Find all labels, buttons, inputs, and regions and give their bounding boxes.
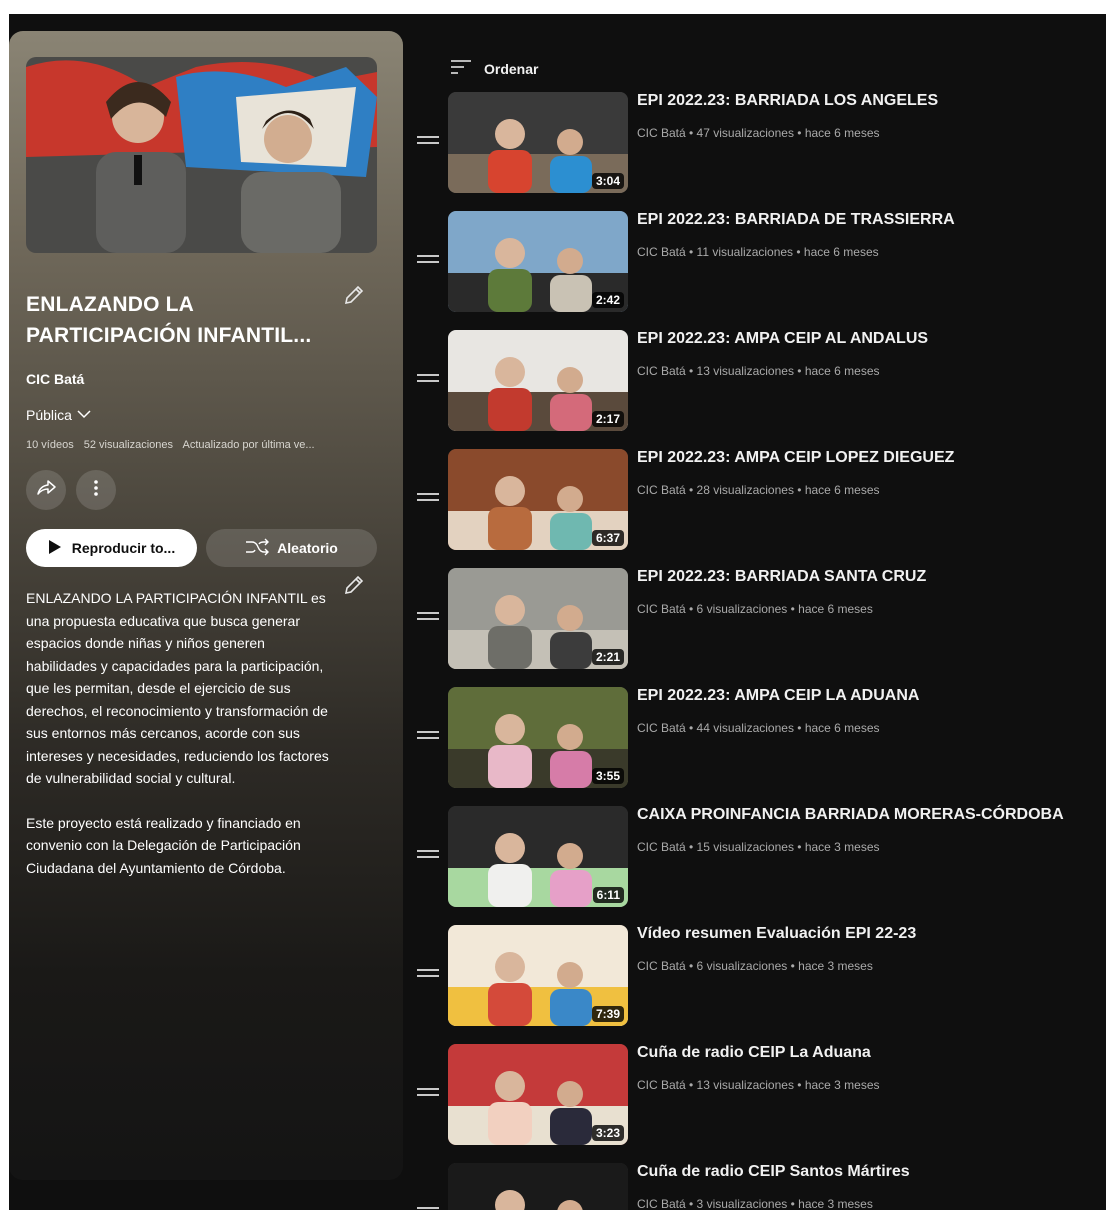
video-thumbnail[interactable]: 2:17 <box>448 330 628 431</box>
video-duration: 7:39 <box>591 1006 624 1022</box>
video-duration: 6:37 <box>591 530 624 546</box>
drag-handle-icon[interactable] <box>417 731 439 743</box>
drag-handle-icon[interactable] <box>417 969 439 981</box>
video-count: 10 vídeos <box>26 439 74 451</box>
video-row[interactable]: 2:21 EPI 2022.23: BARRIADA SANTA CRUZ CI… <box>413 568 1103 670</box>
video-metadata: CIC Batá • 6 visualizaciones • hace 3 me… <box>637 959 873 973</box>
video-metadata: CIC Batá • 13 visualizaciones • hace 3 m… <box>637 1078 880 1092</box>
play-icon <box>48 539 62 558</box>
video-thumbnail[interactable]: 3:04 <box>448 92 628 193</box>
playlist-title: ENLAZANDO LA PARTICIPACIÓN INFANTIL... <box>26 289 326 351</box>
video-row[interactable]: 7:39 Vídeo resumen Evaluación EPI 22-23 … <box>413 925 1103 1027</box>
video-row[interactable]: 3:04 EPI 2022.23: BARRIADA LOS ANGELES C… <box>413 92 1103 194</box>
video-title[interactable]: Cuña de radio CEIP Santos Mártires <box>637 1163 910 1181</box>
view-count: 52 visualizaciones <box>83 439 174 451</box>
chevron-down-icon <box>76 407 92 423</box>
video-duration: 2:17 <box>591 411 624 427</box>
playlist-title-line1: ENLAZANDO LA <box>26 293 195 316</box>
video-thumbnail[interactable]: 6:11 <box>448 806 628 907</box>
video-title[interactable]: EPI 2022.23: BARRIADA DE TRASSIERRA <box>637 211 955 229</box>
video-title[interactable]: CAIXA PROINFANCIA BARRIADA MORERAS-CÓRDO… <box>637 806 1064 824</box>
drag-handle-icon[interactable] <box>417 1088 439 1100</box>
video-thumbnail[interactable]: 3:23 <box>448 1044 628 1145</box>
more-vertical-icon <box>93 479 99 502</box>
share-icon <box>35 477 57 504</box>
video-metadata: CIC Batá • 13 visualizaciones • hace 6 m… <box>637 364 880 378</box>
thumbnail-image <box>448 1163 628 1210</box>
video-row[interactable]: 2:17 EPI 2022.23: AMPA CEIP AL ANDALUS C… <box>413 330 1103 432</box>
drag-handle-icon[interactable] <box>417 612 439 624</box>
video-duration: 3:23 <box>591 1125 624 1141</box>
video-title[interactable]: EPI 2022.23: AMPA CEIP LA ADUANA <box>637 687 919 705</box>
drag-handle-icon[interactable] <box>417 374 439 386</box>
video-row[interactable]: 2:42 EPI 2022.23: BARRIADA DE TRASSIERRA… <box>413 211 1103 313</box>
video-duration: 3:04 <box>591 173 624 189</box>
shuffle-button[interactable]: Aleatorio <box>206 529 377 567</box>
video-thumbnail[interactable]: 6:37 <box>448 449 628 550</box>
drag-handle-icon[interactable] <box>417 850 439 862</box>
video-title[interactable]: EPI 2022.23: BARRIADA SANTA CRUZ <box>637 568 926 586</box>
video-metadata: CIC Batá • 6 visualizaciones • hace 6 me… <box>637 602 873 616</box>
video-thumbnail[interactable]: 2:42 <box>448 211 628 312</box>
drag-handle-icon[interactable] <box>417 136 439 148</box>
playlist-description: ENLAZANDO LA PARTICIPACIÓN INFANTIL es u… <box>26 587 332 901</box>
sort-button[interactable]: Ordenar <box>450 58 538 79</box>
video-metadata: CIC Batá • 11 visualizaciones • hace 6 m… <box>637 245 879 259</box>
video-metadata: CIC Batá • 15 visualizaciones • hace 3 m… <box>637 840 880 854</box>
video-metadata: CIC Batá • 28 visualizaciones • hace 6 m… <box>637 483 880 497</box>
sort-icon <box>450 58 472 79</box>
video-metadata: CIC Batá • 47 visualizaciones • hace 6 m… <box>637 126 880 140</box>
video-row[interactable]: 6:37 EPI 2022.23: AMPA CEIP LOPEZ DIEGUE… <box>413 449 1103 551</box>
video-title[interactable]: EPI 2022.23: AMPA CEIP LOPEZ DIEGUEZ <box>637 449 954 467</box>
share-button[interactable] <box>26 470 66 510</box>
edit-description-pencil-icon[interactable] <box>342 573 366 597</box>
video-thumbnail[interactable]: 2:21 <box>448 568 628 669</box>
play-all-button[interactable]: Reproducir to... <box>26 529 197 567</box>
video-title[interactable]: EPI 2022.23: BARRIADA LOS ANGELES <box>637 92 938 110</box>
privacy-label: Pública <box>26 407 72 423</box>
channel-name-link[interactable]: CIC Batá <box>26 371 84 387</box>
play-all-label: Reproducir to... <box>71 540 176 556</box>
drag-handle-icon[interactable] <box>417 493 439 505</box>
playlist-title-line2: PARTICIPACIÓN INFANTIL... <box>26 324 312 347</box>
video-thumbnail[interactable]: 3:55 <box>448 687 628 788</box>
more-actions-button[interactable] <box>76 470 116 510</box>
sort-label: Ordenar <box>484 60 539 77</box>
youtube-playlist-page: ENLAZANDO LA PARTICIPACIÓN INFANTIL... C… <box>9 14 1106 1210</box>
video-title[interactable]: Cuña de radio CEIP La Aduana <box>637 1044 871 1062</box>
playlist-header-panel: ENLAZANDO LA PARTICIPACIÓN INFANTIL... C… <box>9 31 403 1180</box>
video-duration: 3:55 <box>591 768 624 784</box>
video-row[interactable]: Cuña de radio CEIP Santos Mártires CIC B… <box>413 1163 1103 1210</box>
video-thumbnail[interactable]: 7:39 <box>448 925 628 1026</box>
video-metadata: CIC Batá • 44 visualizaciones • hace 6 m… <box>637 721 880 735</box>
description-paragraph-2: Este proyecto está realizado y financiad… <box>26 814 301 876</box>
edit-title-pencil-icon[interactable] <box>342 283 366 307</box>
video-duration: 2:42 <box>591 292 624 308</box>
video-title[interactable]: Vídeo resumen Evaluación EPI 22-23 <box>637 925 916 943</box>
description-paragraph-1: ENLAZANDO LA PARTICIPACIÓN INFANTIL es u… <box>26 590 329 786</box>
drag-handle-icon[interactable] <box>417 255 439 267</box>
video-duration: 6:11 <box>592 887 624 903</box>
video-title[interactable]: EPI 2022.23: AMPA CEIP AL ANDALUS <box>637 330 928 348</box>
video-row[interactable]: 3:55 EPI 2022.23: AMPA CEIP LA ADUANA CI… <box>413 687 1103 789</box>
privacy-dropdown[interactable]: Pública <box>26 407 92 423</box>
video-duration: 2:21 <box>591 649 624 665</box>
video-thumbnail[interactable] <box>448 1163 628 1210</box>
video-row[interactable]: 3:23 Cuña de radio CEIP La Aduana CIC Ba… <box>413 1044 1103 1146</box>
video-metadata: CIC Batá • 3 visualizaciones • hace 3 me… <box>637 1197 873 1210</box>
shuffle-icon <box>245 538 270 559</box>
playlist-stats: 10 vídeos 52 visualizaciones Actualizado… <box>26 439 376 451</box>
video-row[interactable]: 6:11 CAIXA PROINFANCIA BARRIADA MORERAS-… <box>413 806 1103 908</box>
last-updated: Actualizado por última ve... <box>182 439 315 451</box>
shuffle-label: Aleatorio <box>277 540 338 556</box>
playlist-thumbnail[interactable] <box>26 57 377 253</box>
